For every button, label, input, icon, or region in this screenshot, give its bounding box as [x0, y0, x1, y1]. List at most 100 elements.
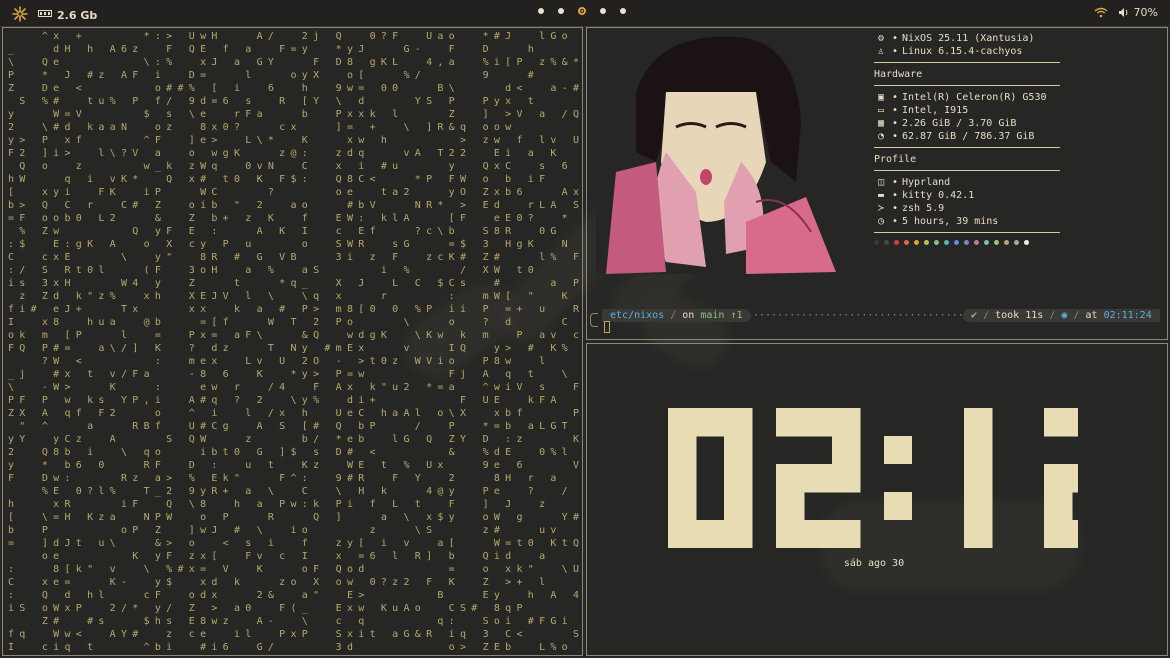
- clock-colon-dot: [884, 492, 912, 520]
- terminal-value: kitty 0.42.1: [902, 190, 975, 201]
- clock-digit-pixel: [964, 436, 993, 465]
- divider: [874, 85, 1060, 86]
- clock-digit-pixel: [832, 464, 861, 493]
- matrix-column: #: [30, 304, 37, 315]
- workspace-2[interactable]: [558, 8, 564, 14]
- ram-widget[interactable]: 2.6 Gb: [38, 9, 97, 22]
- clock-digit-pixel: [668, 436, 697, 465]
- matrix-column: + < V f z 0 g t k + P < f z 6 0 t k P <: [75, 31, 82, 640]
- workspace-5[interactable]: [620, 8, 626, 14]
- clock-digit-pixel: [776, 492, 805, 521]
- matrix-column: * D % 9 P ] o z Q o Z E S 3 Z X m P ? m …: [482, 31, 489, 653]
- workspace-1[interactable]: [538, 8, 544, 14]
- matrix-column: G % \ v 2 A G % \ v 2 A G % \ v 2 A G: [403, 44, 410, 640]
- clock-digit-pixel: [668, 408, 697, 437]
- clock-date: sáb ago 30: [843, 558, 905, 569]
- ram-usage: 2.6 Gb: [57, 9, 98, 22]
- ram-icon: [38, 9, 52, 22]
- clock-digit-pixel: [724, 436, 753, 465]
- wm-value: Hyprland: [902, 177, 951, 188]
- palette-swatch: [944, 240, 949, 245]
- matrix-column: y 8 o w x = x d 8 e # W W i 8 o w E = x …: [346, 44, 354, 653]
- matrix-column: a l s F L 0 z u a l F L l z u a s F 0 l: [245, 44, 252, 640]
- matrix-column: #: [324, 343, 331, 354]
- divider: [874, 147, 1060, 148]
- hardware-heading: Hardware: [874, 69, 923, 80]
- terminal-cursor: [604, 321, 610, 333]
- clock-digit-pixel: [1072, 408, 1101, 437]
- clock-digit-pixel: [832, 436, 861, 465]
- clock-digit-pixel: [724, 520, 753, 549]
- cpu-icon: ▣: [877, 92, 885, 103]
- palette-swatch: [1014, 240, 1019, 245]
- git-ahead: ↑1: [730, 310, 743, 321]
- matrix-column: a i r ? K 0 " # t k a r ? 0 " h # k a i: [233, 57, 241, 640]
- clock-digit-pixel: [1072, 520, 1101, 549]
- matrix-column: w E x = d e 8 e W # W i y 8 o E x = x e …: [200, 31, 207, 653]
- clock-digit-pixel: [1072, 464, 1101, 493]
- wifi-icon[interactable]: [1094, 7, 1108, 18]
- matrix-column: x d e e # W # i y o w E x x d e 8 # W # …: [53, 31, 60, 653]
- color-palette: [874, 240, 1060, 245]
- path-name: nixos: [634, 310, 665, 321]
- profile-heading: Profile: [874, 154, 917, 165]
- clock-digit-pixel: [1044, 464, 1073, 493]
- workspace-4[interactable]: [600, 8, 606, 14]
- palette-swatch: [964, 240, 969, 245]
- clock-digit-pixel: [964, 520, 993, 549]
- clock-digit-pixel: [696, 520, 725, 549]
- matrix-column: ? K 0 h # t k i r K 0 " h t k a i ? K: [380, 31, 387, 614]
- workspace-3[interactable]: [578, 7, 586, 15]
- matrix-column: = o x @ $ a B q T N * \ $ ^ w i o ( x: [290, 44, 297, 640]
- matrix-column: ^ Q * D % \ P ] o x Q o Z c S 3 Z x m P …: [41, 31, 48, 653]
- memory-value: 2.26 GiB / 3.70 GiB: [902, 118, 1017, 129]
- fastfetch-memory-row: ▦ • 2.26 GiB / 3.70 GiB: [874, 117, 1060, 130]
- clock-digit-pixel: [776, 464, 805, 493]
- matrix-column: q > 2 W O > F $ # / s i k Q j F X Y S q …: [459, 122, 467, 653]
- clock-digit-pixel: [668, 492, 697, 521]
- matrix-column: o & - / 6 A * N K C % \ T l / Y t \ i o: [561, 31, 568, 653]
- matrix-column: > F % # / s z k Q F X " S > 2 Q W > F % …: [166, 31, 173, 653]
- kernel-value: Linux 6.15.4-cachyos: [902, 46, 1023, 57]
- clock-digit-pixel: [1044, 492, 1073, 521]
- fastfetch-gpu-row: ▭ • Intel, I915: [874, 104, 1060, 117]
- divider: [874, 62, 1060, 63]
- top-bar: 2.6 Gb 70%: [0, 0, 1170, 27]
- clock-icon: ◷: [877, 216, 885, 227]
- prompt-at: at: [1085, 310, 1098, 321]
- disk-icon: ◔: [877, 131, 885, 142]
- matrix-column: : : i o f o F a _ P Z & y y F y h b = K …: [154, 31, 161, 653]
- fastfetch-kernel-row: ♙ • Linux 6.15.4-cachyos: [874, 45, 1060, 58]
- palette-swatch: [1024, 240, 1029, 245]
- palette-swatch: [914, 240, 919, 245]
- clock-digit-pixel: [964, 492, 993, 521]
- matrix-column: # #: [177, 83, 184, 575]
- palette-swatch: [884, 240, 889, 245]
- fastfetch-shell-row: ≻ • zsh 5.9: [874, 202, 1060, 215]
- status-ok: ✔: [971, 310, 978, 321]
- matrix-column: z F P V * # Q 4 x ] F P R z F P K * #: [132, 44, 139, 640]
- terminal-icon: ▬: [877, 190, 885, 201]
- gpu-value: Intel, I915: [902, 105, 969, 116]
- memory-icon: ▦: [877, 118, 885, 129]
- divider: [874, 232, 1060, 233]
- terminal-matrix-pane[interactable]: _ \ P Z y 2 y F h [ b = : C : i f I o F …: [2, 27, 583, 656]
- clock-digit-pixel: [804, 520, 833, 549]
- palette-swatch: [954, 240, 959, 245]
- clock-digit-pixel: [668, 520, 697, 549]
- clock-digit-pixel: [776, 520, 805, 549]
- palette-swatch: [1004, 240, 1009, 245]
- prompt-filler: ········································…: [753, 310, 963, 321]
- clock-digit-pixel: [696, 408, 725, 437]
- matrix-column: A G a \ v K 2 A G a \ v K 2 A G a \ v K …: [256, 31, 263, 653]
- clock-digit-pixel: [832, 520, 861, 549]
- fastfetch-os-row: ⚙ • NixOS 25.11 (Xantusia): [874, 32, 1060, 45]
- clock-digit-pixel: [776, 408, 805, 437]
- volume-widget[interactable]: 70%: [1118, 6, 1158, 19]
- palette-swatch: [934, 240, 939, 245]
- matrix-column: F L 0 l u a l s F L 0 z u a l F L l z u …: [392, 31, 399, 640]
- matrix-column: 0 g k + < V f z 0 g t k + P < f z 6 0 t: [369, 31, 376, 640]
- palette-swatch: [984, 240, 989, 245]
- nixos-logo-icon[interactable]: [12, 6, 28, 25]
- clock-digit-pixel: [832, 408, 861, 437]
